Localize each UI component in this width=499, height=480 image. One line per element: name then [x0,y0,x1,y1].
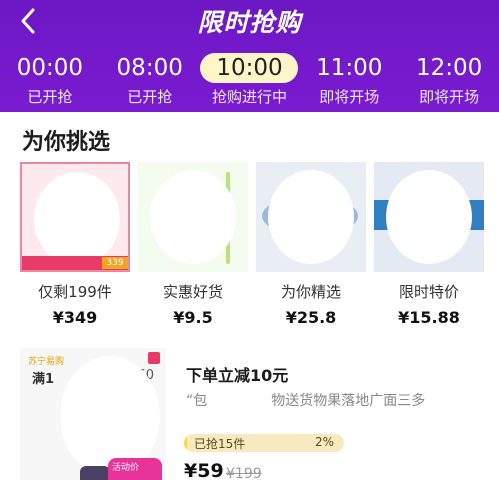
tab-time-slot[interactable]: 12:00 即将开场 [399,48,499,110]
pick-price: ¥25.8 [285,308,337,327]
pick-label: 实惠好货 [162,283,223,301]
picks-row: 339 仅剩199件 ¥349 实惠好货 ¥9.5 为你精选 ¥25.8 限时特… [20,162,484,327]
pick-label: 仅剩199件 [38,283,112,301]
product-description-text: “包 [186,393,208,409]
time-slot-time: 12:00 [415,55,483,81]
tab-time-slot-active[interactable]: 10:00 抢购进行中 [200,48,300,110]
pick-card[interactable]: 339 仅剩199件 ¥349 [20,162,130,327]
page-title: 限时抢购 [197,8,302,37]
sold-progress-bar: 已抢15件 2% [184,434,344,452]
pick-label: 限时特价 [398,283,459,301]
product-card-image[interactable]: 苏宁易购 满1 60 活动价 [20,348,166,480]
time-slot-tabs: 00:00 已开抢 08:00 已开抢 10:00 抢购进行中 11:00 即将… [0,48,499,110]
product-description: “包 物送货物果落地广面三多 [186,390,425,410]
image-detail [80,466,110,480]
section-title: 为你挑选 [22,130,111,155]
time-slot-time: 08:00 [116,55,183,81]
pick-price: ¥15.88 [398,308,460,327]
tab-time-slot[interactable]: 08:00 已开抢 [100,48,200,110]
product-title[interactable]: 下单立减10元 [186,362,288,386]
pick-label: 为你精选 [280,283,341,301]
time-slot-status: 已开抢 [127,88,173,106]
time-slot-status: 即将开场 [319,88,380,106]
time-slot-time: 11:00 [316,55,383,81]
time-slot-status: 抢购进行中 [211,88,287,106]
image-mask [386,170,472,264]
text-mask [207,394,272,408]
pick-price: ¥349 [52,308,98,327]
image-mask [268,170,354,264]
product-original-price: ¥199 [226,466,262,480]
product-price: ¥59 [184,460,224,480]
image-mask [34,172,120,266]
bookmark-icon [148,352,160,364]
store-logo: 苏宁易购 [28,357,65,367]
image-promo-text: 满1 [32,372,55,387]
product-image[interactable]: 339 [20,162,130,272]
sold-progress-fill [184,434,188,452]
product-image[interactable] [138,162,248,272]
pick-card[interactable]: 实惠好货 ¥9.5 [138,162,248,327]
tab-time-slot[interactable]: 11:00 即将开场 [299,48,399,110]
time-slot-status: 已开抢 [27,88,73,106]
time-slot-time: 10:00 [200,53,299,83]
time-slot-status: 即将开场 [419,88,480,106]
product-image[interactable] [374,162,484,272]
sold-percent: 2% [314,435,334,449]
sold-count: 已抢15件 [194,437,246,451]
product-image[interactable] [256,162,366,272]
pick-card[interactable]: 为你精选 ¥25.8 [256,162,366,327]
product-description-text: 物送货物果落地广面三多 [271,393,426,409]
tab-time-slot[interactable]: 00:00 已开抢 [0,48,100,110]
header-bar: 限时抢购 00:00 已开抢 08:00 已开抢 10:00 抢购进行中 11:… [0,0,499,112]
image-mask [150,170,236,264]
pick-card[interactable]: 限时特价 ¥15.88 [374,162,484,327]
activity-price-badge: 活动价 [108,458,162,480]
pick-price: ¥9.5 [173,308,213,327]
time-slot-time: 00:00 [16,55,84,81]
thumb-price-tag: 339 [102,257,128,269]
